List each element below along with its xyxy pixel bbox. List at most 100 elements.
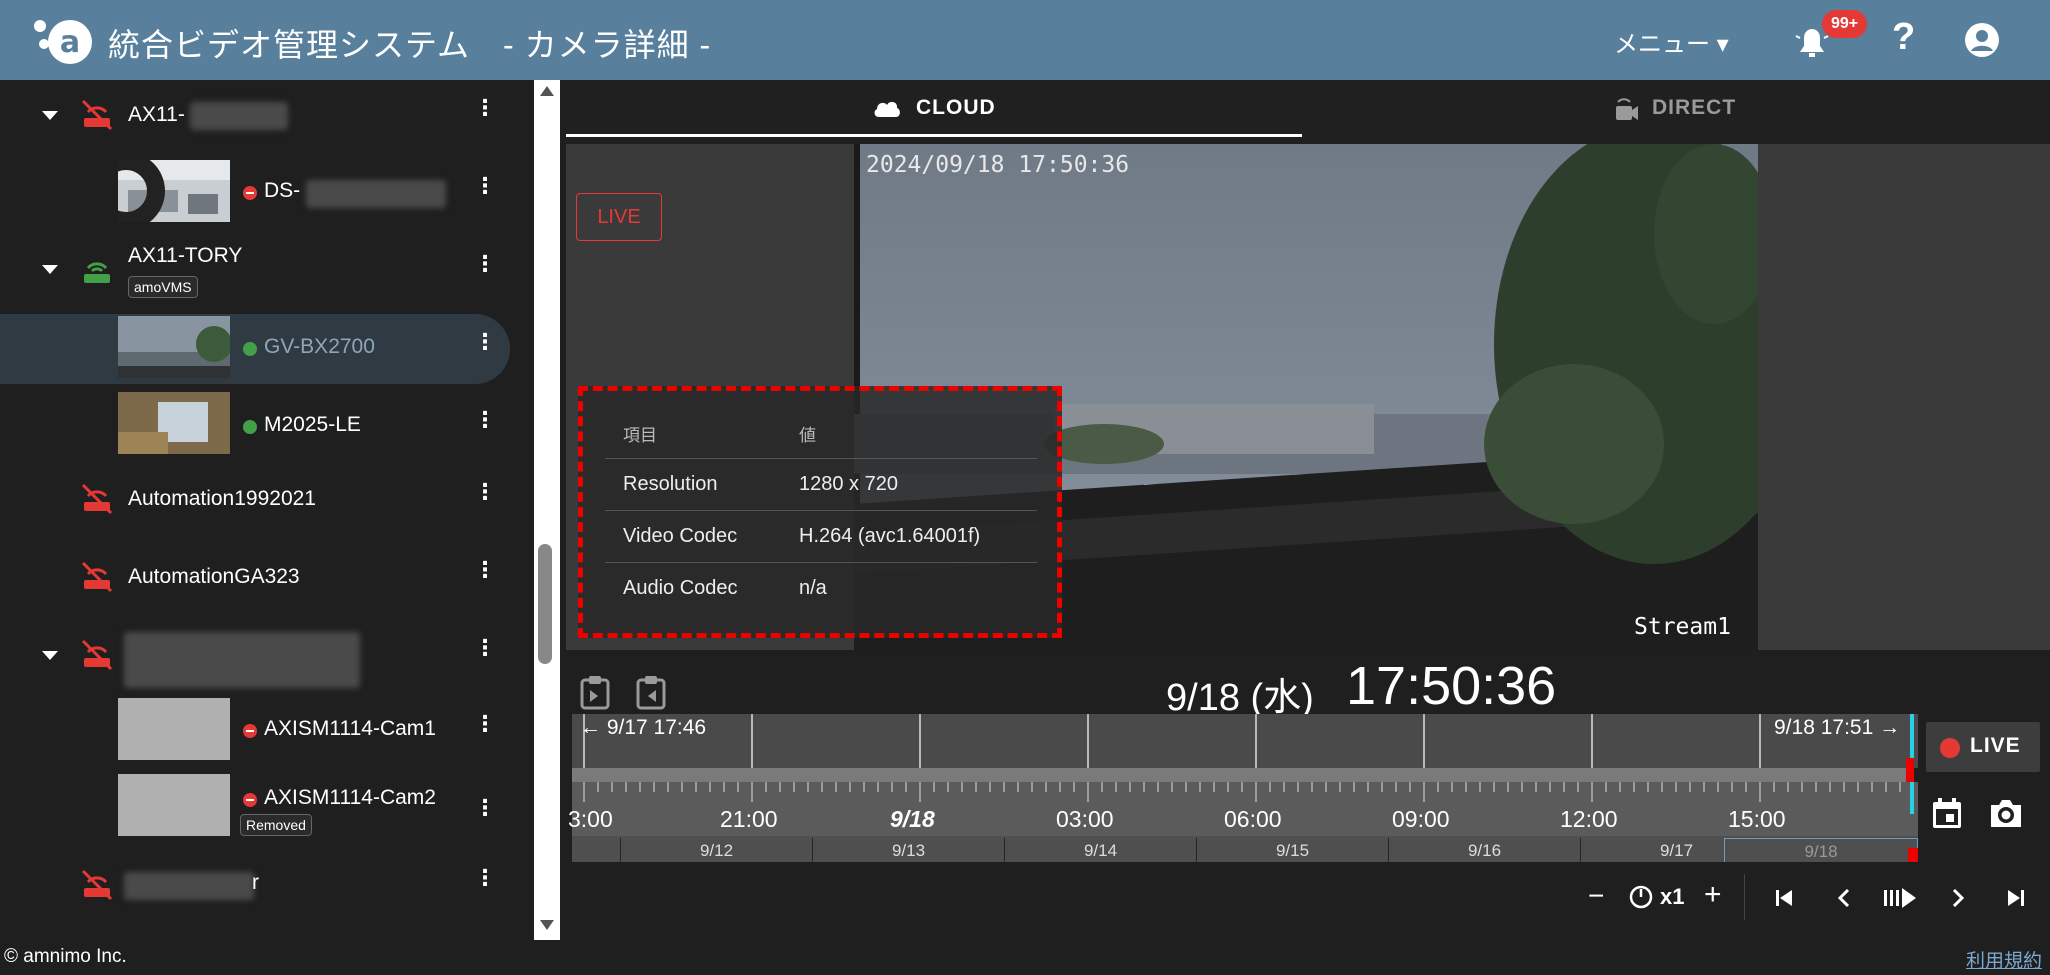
chevron-down-icon[interactable]: [42, 651, 58, 660]
timeline[interactable]: ← 9/17 17:46 9/18 17:51 → 3:00 21:00 9/1…: [568, 714, 1918, 870]
active-tab-indicator: [566, 134, 1302, 137]
page-title: 統合ビデオ管理システム - カメラ詳細 -: [108, 27, 712, 63]
status-offline-icon: [243, 793, 257, 807]
info-value: n/a: [799, 577, 827, 599]
column-header-value: 値: [799, 426, 816, 445]
tab-cloud[interactable]: CLOUD: [566, 80, 1302, 136]
more-vert-icon[interactable]: ⋮: [474, 481, 496, 503]
playback-bar: [566, 862, 2050, 938]
more-vert-icon[interactable]: ⋮: [474, 175, 496, 197]
more-vert-icon[interactable]: ⋮: [474, 97, 496, 119]
status-online-icon: [243, 420, 257, 434]
scroll-down-arrow-icon[interactable]: [540, 920, 554, 930]
hour-label: 06:00: [1224, 806, 1282, 832]
info-key: Video Codec: [623, 525, 738, 547]
snapshot-camera-icon[interactable]: [1988, 796, 2024, 830]
hour-label: 15:00: [1728, 806, 1786, 832]
speed-gauge-icon: [1629, 885, 1653, 909]
more-vert-icon[interactable]: ⋮: [474, 797, 496, 819]
more-vert-icon[interactable]: ⋮: [474, 559, 496, 581]
skip-next-icon[interactable]: [2004, 886, 2028, 910]
camera-thumbnail-placeholder: [118, 774, 230, 836]
tree-row-gateway[interactable]: AutomationGA323 ⋮: [0, 542, 510, 612]
tree-row-camera[interactable]: M2025-LE ⋮: [0, 392, 510, 462]
live-dot-icon: [1940, 738, 1960, 758]
cloud-icon: [874, 101, 900, 117]
tree-row-camera[interactable]: DS- ⋮: [0, 158, 510, 228]
speed-value: x1: [1660, 884, 1685, 909]
chevron-right-icon[interactable]: [1946, 886, 1970, 910]
removed-badge: Removed: [240, 814, 312, 836]
play-icon[interactable]: [1882, 884, 1918, 912]
tree-row-gateway[interactable]: ⋮: [0, 620, 510, 690]
redacted-text: [124, 872, 254, 900]
router-offline-icon: [81, 99, 113, 131]
tree-row-gateway[interactable]: AX11- ⋮: [0, 80, 510, 150]
skip-previous-icon[interactable]: [1772, 886, 1796, 910]
tree-row-camera-selected[interactable]: GV-BX2700 ⋮: [0, 314, 510, 384]
redacted-text: [124, 632, 360, 688]
stream-label: Stream1: [1634, 614, 1731, 640]
day-cell[interactable]: 9/15: [1196, 838, 1388, 864]
camera-thumbnail-placeholder: [118, 698, 230, 760]
chevron-left-icon[interactable]: [1832, 886, 1856, 910]
scrollbar-thumb[interactable]: [538, 544, 552, 664]
day-cell-current[interactable]: 9/18: [1724, 838, 1918, 864]
timeline-start-label: ← 9/17 17:46: [580, 716, 707, 739]
tab-direct[interactable]: DIRECT: [1302, 80, 2050, 136]
status-online-icon: [243, 342, 257, 356]
tab-direct-label: DIRECT: [1652, 96, 1737, 119]
tree-label: r: [252, 871, 259, 894]
info-row-audio-codec: Audio Codec n/a: [605, 563, 1037, 615]
footer: [0, 940, 2050, 975]
tree-label: AXISM1114-Cam1: [264, 717, 436, 740]
speed-down-button[interactable]: −: [1588, 880, 1604, 912]
tree-row-camera[interactable]: AXISM1114-Cam1 ⋮: [0, 696, 510, 766]
day-cell[interactable]: 9/13: [812, 838, 1004, 864]
hour-label: 21:00: [720, 806, 778, 832]
tree-row-gateway[interactable]: Automation1992021 ⋮: [0, 464, 510, 534]
hour-label: 09:00: [1392, 806, 1450, 832]
more-vert-icon[interactable]: ⋮: [474, 331, 496, 353]
status-offline-icon: [243, 724, 257, 738]
day-cell[interactable]: 9/12: [620, 838, 812, 864]
menu-button[interactable]: メニュー ▾: [1614, 24, 1729, 59]
router-offline-icon: [81, 561, 113, 593]
current-date: 9/18 (水): [1166, 677, 1314, 719]
day-cell[interactable]: 9/16: [1388, 838, 1580, 864]
speed-up-button[interactable]: +: [1704, 878, 1722, 912]
live-indicator-button[interactable]: LIVE: [576, 193, 662, 241]
more-vert-icon[interactable]: ⋮: [474, 637, 496, 659]
camera-thumbnail: [118, 160, 230, 222]
scroll-up-arrow-icon[interactable]: [540, 86, 554, 96]
more-vert-icon[interactable]: ⋮: [474, 713, 496, 735]
more-vert-icon[interactable]: ⋮: [474, 409, 496, 431]
more-vert-icon[interactable]: ⋮: [474, 867, 496, 889]
sidebar-scrollbar[interactable]: [534, 80, 560, 940]
more-vert-icon[interactable]: ⋮: [474, 253, 496, 275]
clip-start-icon[interactable]: [576, 672, 614, 712]
chevron-down-icon[interactable]: [42, 265, 58, 274]
live-button-label: LIVE: [1970, 734, 2021, 757]
notification-badge: 99+: [1822, 10, 1868, 38]
go-live-button[interactable]: LIVE: [1926, 722, 2040, 772]
copyright-text: © amnimo Inc.: [4, 946, 127, 967]
divider: [1744, 874, 1745, 920]
chevron-down-icon[interactable]: [42, 111, 58, 120]
clip-end-icon[interactable]: [632, 672, 670, 712]
help-button[interactable]: ?: [1892, 16, 1915, 59]
tree-row-camera[interactable]: AXISM1114-Cam2 Removed ⋮: [0, 774, 510, 844]
tree-row-gateway[interactable]: AX11-TORY amoVMS ⋮: [0, 236, 510, 306]
terms-link[interactable]: 利用規約: [1966, 946, 2042, 973]
timeline-live-marker: [1906, 758, 1914, 782]
timeline-end-label: 9/18 17:51 →: [1774, 716, 1901, 739]
tab-cloud-label: CLOUD: [916, 96, 996, 119]
calendar-icon[interactable]: [1930, 796, 1964, 830]
day-cell[interactable]: 9/14: [1004, 838, 1196, 864]
account-icon[interactable]: [1964, 22, 2000, 58]
hour-label: 12:00: [1560, 806, 1618, 832]
router-offline-icon: [81, 869, 113, 901]
tree-label: AXISM1114-Cam2: [264, 786, 436, 809]
tree-row-gateway[interactable]: r ⋮: [0, 850, 510, 920]
current-time: 17:50:36: [1346, 656, 1557, 716]
